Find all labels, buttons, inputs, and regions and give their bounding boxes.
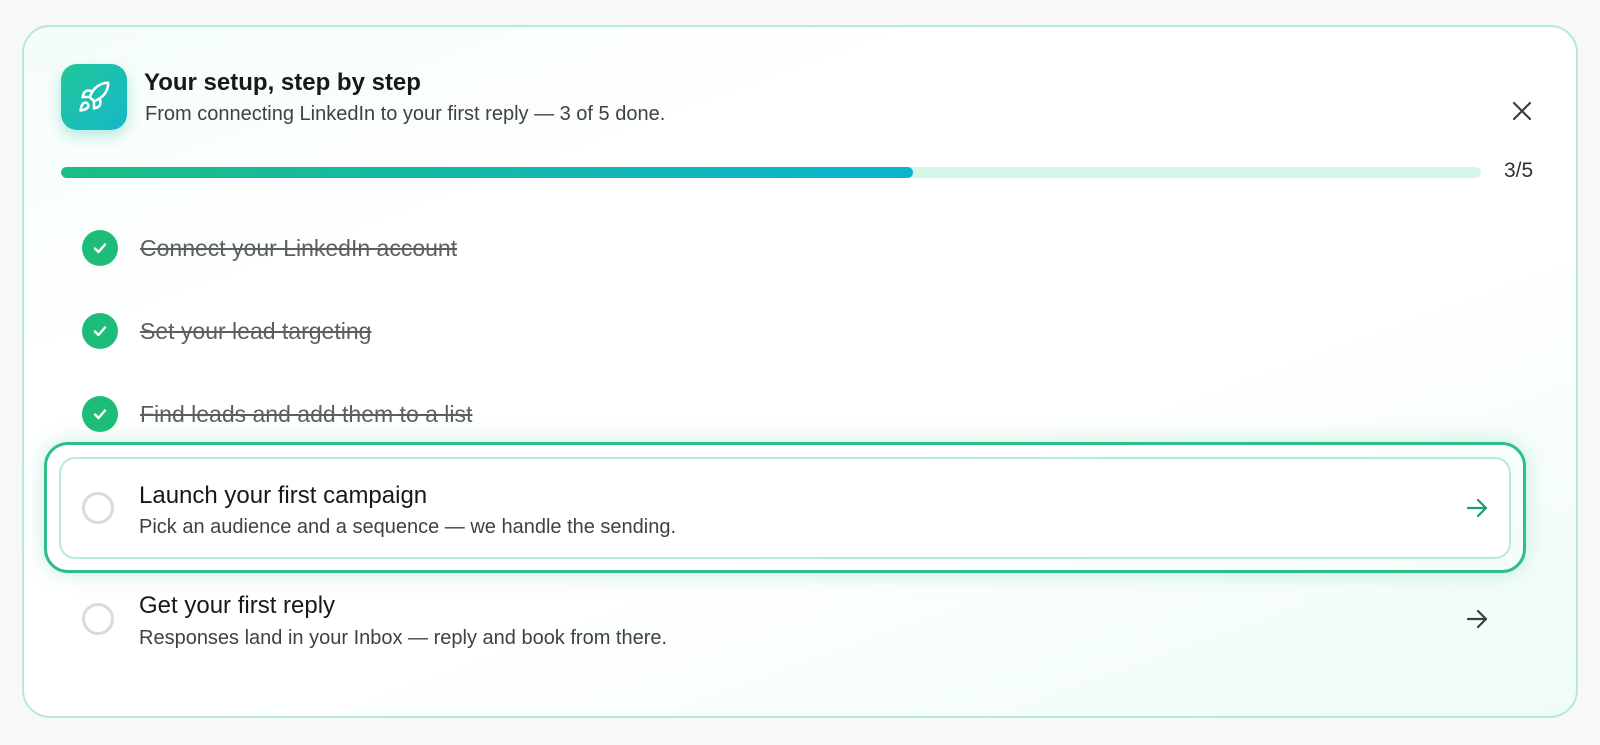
check-circle-icon [82,396,118,432]
step-title: Launch your first campaign [139,482,428,509]
step-description: Responses land in your Inbox — reply and… [139,627,668,649]
step-find-leads[interactable]: Find leads and add them to a list [82,394,472,434]
step-label: Find leads and add them to a list [140,400,473,427]
check-circle-icon [82,230,118,266]
step-description: Pick an audience and a sequence — we han… [139,516,677,538]
step-title: Get your first reply [139,592,336,619]
close-button[interactable] [1510,99,1534,123]
progress-bar [61,167,1481,178]
setup-checklist-card: Your setup, step by step From connecting… [22,25,1578,718]
check-circle-icon [82,313,118,349]
empty-circle-icon [82,492,114,524]
step-label: Set your lead targeting [140,317,372,344]
step-label: Connect your LinkedIn account [140,234,458,261]
arrow-right-icon[interactable] [1464,495,1490,521]
arrow-right-icon[interactable] [1464,606,1490,632]
progress-bar-fill [61,167,913,178]
checklist-subtitle: From connecting LinkedIn to your first r… [145,103,666,125]
empty-circle-icon [82,603,114,635]
close-icon [1512,101,1532,121]
progress-count: 3/5 [1504,159,1534,182]
step-lead-targeting[interactable]: Set your lead targeting [82,311,371,351]
checklist-title: Your setup, step by step [144,69,421,96]
rocket-icon [61,64,127,130]
step-connect-linkedin[interactable]: Connect your LinkedIn account [82,228,457,268]
